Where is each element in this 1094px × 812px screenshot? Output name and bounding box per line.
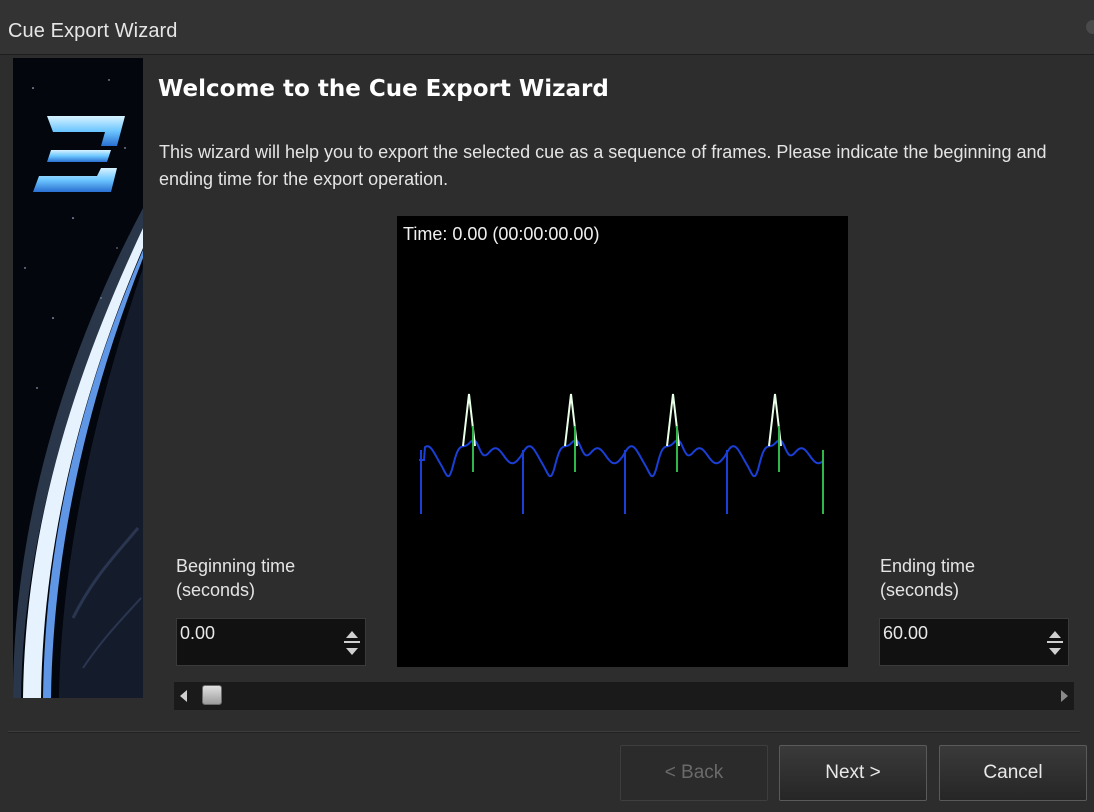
ending-time-spinbox[interactable]: 60.00: [879, 618, 1069, 666]
next-button[interactable]: Next >: [779, 745, 927, 801]
cancel-button[interactable]: Cancel: [939, 745, 1087, 801]
back-button[interactable]: < Back: [620, 745, 768, 801]
beginning-time-decrement-icon[interactable]: [341, 642, 363, 664]
ending-time-increment-icon[interactable]: [1044, 620, 1066, 642]
window-title: Cue Export Wizard: [8, 20, 178, 42]
beginning-time-label-line2: (seconds): [176, 580, 256, 600]
wizard-description: This wizard will help you to export the …: [159, 142, 1047, 189]
close-knob-icon[interactable]: [1086, 20, 1094, 34]
scroll-left-arrow-icon[interactable]: [180, 690, 187, 702]
beginning-time-spinbox[interactable]: 0.00: [176, 618, 366, 666]
cue-preview-panel: Time: 0.00 (00:00:00.00): [397, 216, 848, 667]
beginning-time-label: Beginning time (seconds): [176, 554, 295, 602]
timeline-scrollbar[interactable]: [174, 682, 1074, 710]
wizard-side-banner: [13, 58, 143, 698]
ending-time-label: Ending time (seconds): [880, 554, 975, 602]
wizard-heading: Welcome to the Cue Export Wizard: [158, 76, 609, 102]
ending-time-value[interactable]: 60.00: [883, 623, 928, 644]
planet-banner-image: [13, 58, 143, 698]
footer-separator: [8, 731, 1080, 733]
waveform-preview: [419, 393, 824, 514]
beginning-time-spin-buttons: [341, 619, 363, 665]
timeline-scroll-thumb[interactable]: [202, 685, 222, 705]
cue-export-wizard-window: Cue Export Wizard Welcome to the Cue Exp…: [0, 0, 1094, 812]
ending-time-label-line2: (seconds): [880, 580, 960, 600]
beginning-time-value[interactable]: 0.00: [180, 623, 215, 644]
ending-time-label-line1: Ending time: [880, 556, 976, 576]
waveform-primary-line: [419, 439, 824, 478]
ending-time-spin-buttons: [1044, 619, 1066, 665]
title-bar[interactable]: Cue Export Wizard: [0, 0, 1094, 55]
ending-time-decrement-icon[interactable]: [1044, 642, 1066, 664]
scroll-right-arrow-icon[interactable]: [1061, 690, 1068, 702]
preview-time-label: Time: 0.00 (00:00:00.00): [403, 224, 600, 244]
beginning-time-increment-icon[interactable]: [341, 620, 363, 642]
beginning-time-label-line1: Beginning time: [176, 556, 296, 576]
